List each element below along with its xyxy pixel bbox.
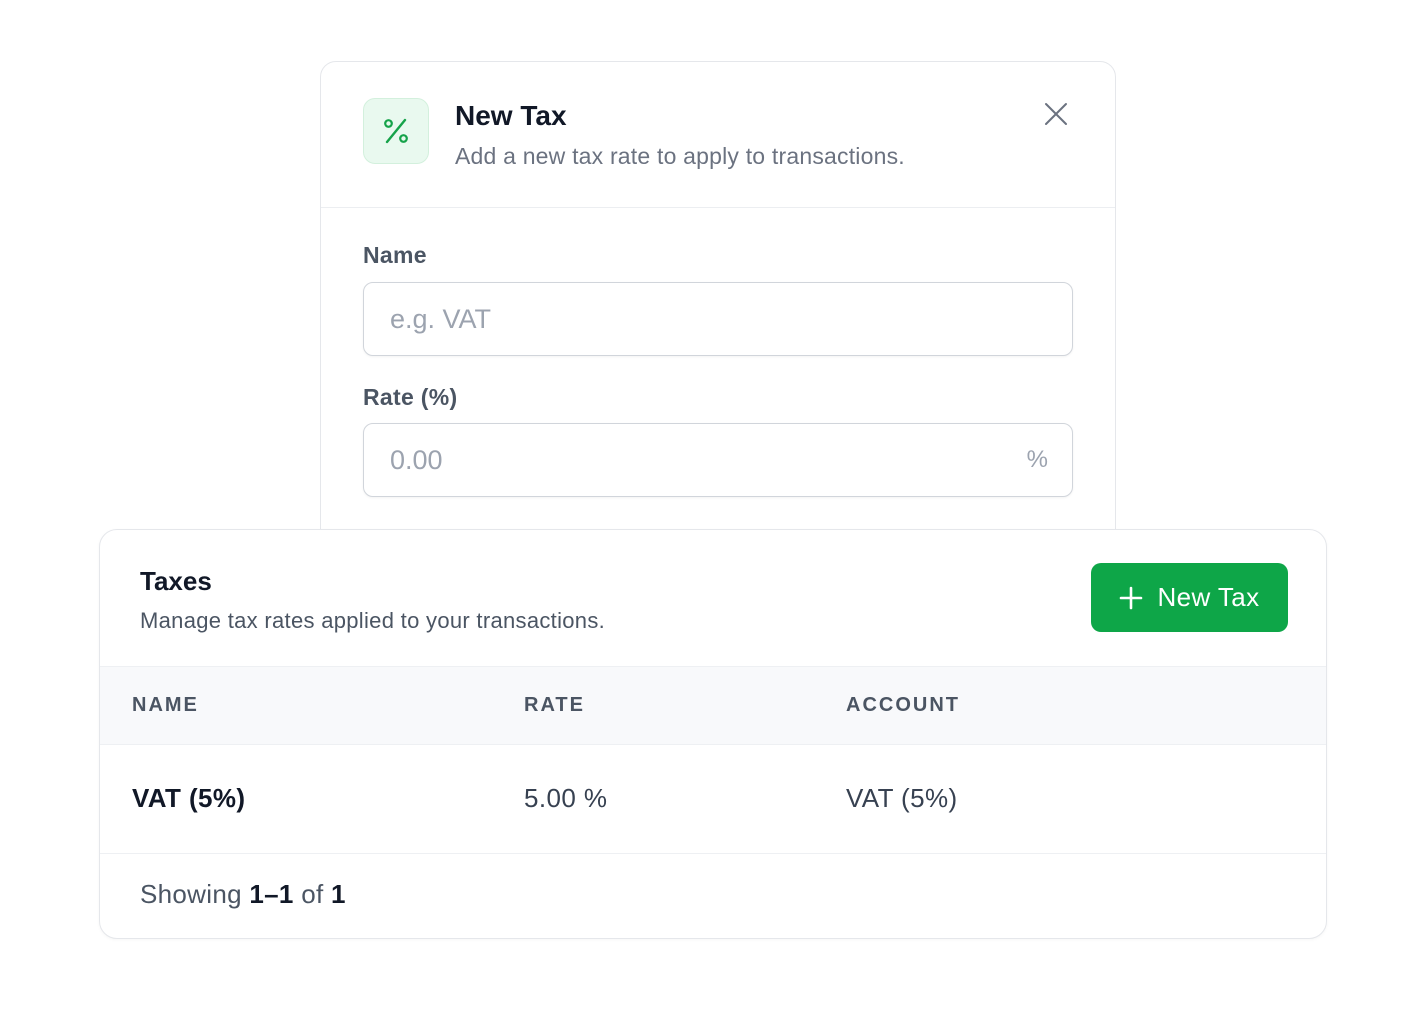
percent-icon bbox=[363, 98, 429, 164]
pagination-prefix: Showing bbox=[140, 879, 242, 909]
name-input[interactable] bbox=[364, 283, 1072, 355]
row-account: VAT (5%) bbox=[846, 783, 958, 813]
table-row[interactable]: VAT (5%) 5.00 % VAT (5%) bbox=[100, 745, 1326, 854]
modal-subtitle: Add a new tax rate to apply to transacti… bbox=[455, 143, 905, 169]
row-name: VAT (5%) bbox=[132, 783, 246, 813]
card-title: Taxes bbox=[140, 566, 212, 596]
card-subtitle: Manage tax rates applied to your transac… bbox=[140, 608, 606, 633]
table-header: NAME RATE ACCOUNT bbox=[100, 666, 1326, 745]
rate-suffix: % bbox=[1026, 446, 1048, 473]
column-header-rate[interactable]: RATE bbox=[524, 694, 585, 717]
close-button[interactable] bbox=[1041, 99, 1071, 129]
pagination-range: 1–1 bbox=[249, 879, 294, 909]
column-header-name[interactable]: NAME bbox=[132, 694, 199, 717]
pagination-summary: Showing 1–1 of 1 bbox=[140, 879, 346, 910]
rate-input[interactable] bbox=[364, 424, 1072, 496]
name-field bbox=[363, 282, 1073, 356]
column-header-account[interactable]: ACCOUNT bbox=[846, 694, 960, 717]
rate-field-label: Rate (%) bbox=[363, 384, 458, 410]
new-tax-button[interactable]: New Tax bbox=[1091, 563, 1288, 632]
new-tax-modal: New Tax Add a new tax rate to apply to t… bbox=[320, 61, 1116, 581]
name-field-label: Name bbox=[363, 242, 427, 268]
plus-icon bbox=[1120, 586, 1143, 609]
rate-field: % bbox=[363, 423, 1073, 497]
new-tax-button-label: New Tax bbox=[1157, 582, 1260, 612]
row-rate: 5.00 % bbox=[524, 783, 608, 813]
modal-header: New Tax Add a new tax rate to apply to t… bbox=[321, 62, 1115, 208]
close-icon bbox=[1045, 103, 1067, 125]
page: New Tax Add a new tax rate to apply to t… bbox=[0, 0, 1421, 1025]
pagination-total: 1 bbox=[331, 879, 346, 909]
taxes-card: Taxes Manage tax rates applied to your t… bbox=[99, 529, 1327, 939]
pagination-of: of bbox=[301, 879, 324, 909]
modal-title: New Tax bbox=[455, 100, 567, 131]
